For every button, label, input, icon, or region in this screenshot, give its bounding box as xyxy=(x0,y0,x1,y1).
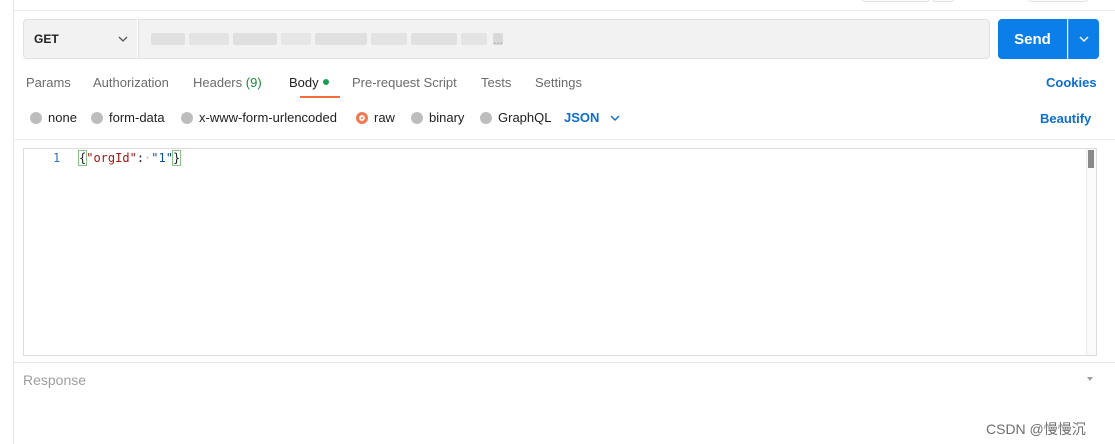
tab-params[interactable]: Params xyxy=(26,75,71,90)
toolbar-button-partial[interactable] xyxy=(1028,0,1088,2)
radio-label: GraphQL xyxy=(498,110,552,125)
headers-count: (9) xyxy=(245,75,262,90)
line-number: 1 xyxy=(53,151,61,165)
beautify-link[interactable]: Beautify xyxy=(1040,111,1091,126)
scrollbar-thumb[interactable] xyxy=(1088,150,1094,168)
chevron-down-icon xyxy=(118,36,128,42)
cookies-link[interactable]: Cookies xyxy=(1046,75,1097,90)
method-select[interactable]: GET xyxy=(23,19,137,59)
radio-circle xyxy=(480,111,492,124)
radio-graphql[interactable]: GraphQL xyxy=(480,110,551,125)
close-brace: } xyxy=(171,150,182,166)
caret-down-icon[interactable] xyxy=(1085,374,1095,384)
radio-label: x-www-form-urlencoded xyxy=(199,110,337,125)
radio-label: raw xyxy=(374,110,395,125)
chevron-down-icon xyxy=(610,115,620,121)
send-options-button[interactable] xyxy=(1068,19,1099,59)
raw-format-label: JSON xyxy=(564,110,600,125)
tab-settings[interactable]: Settings xyxy=(535,75,582,90)
radio-circle xyxy=(30,111,42,124)
tab-pre-request-script[interactable]: Pre-request Script xyxy=(352,75,457,90)
body-indicator-dot xyxy=(322,79,329,85)
json-colon: : xyxy=(136,151,145,165)
response-header[interactable]: Response xyxy=(23,372,86,388)
method-label: GET xyxy=(34,32,59,46)
request-panel: GET ... Send Params Authorization Header… xyxy=(13,0,1115,444)
code-line: {"orgId":·"1"} xyxy=(77,150,182,166)
url-ellipsis: ... xyxy=(493,33,504,47)
chevron-down-icon xyxy=(1079,36,1089,42)
json-value: "1" xyxy=(151,151,173,165)
radio-label: binary xyxy=(429,110,465,125)
raw-format-select[interactable]: JSON xyxy=(564,110,621,125)
send-button[interactable]: Send xyxy=(998,19,1067,59)
url-input[interactable]: ... xyxy=(138,19,990,59)
toolbar-button-partial[interactable] xyxy=(862,0,930,2)
radio-circle xyxy=(91,111,103,124)
active-tab-underline xyxy=(300,96,340,98)
url-redacted-text: ... xyxy=(151,33,504,47)
tab-tests[interactable]: Tests xyxy=(481,75,511,90)
radio-none[interactable]: none xyxy=(30,110,77,125)
toolbar-button-partial[interactable] xyxy=(932,0,954,2)
radio-circle xyxy=(411,111,423,124)
radio-binary[interactable]: binary xyxy=(411,110,464,125)
radio-x-www-form-urlencoded[interactable]: x-www-form-urlencoded xyxy=(181,110,337,125)
tab-headers-label: Headers xyxy=(193,75,243,90)
tab-body-label: Body xyxy=(289,75,319,90)
radio-label: form-data xyxy=(109,110,165,125)
body-code-editor[interactable]: 1 {"orgId":·"1"} xyxy=(23,148,1097,356)
watermark: CSDN @慢慢沉 xyxy=(986,421,1086,437)
radio-circle xyxy=(181,111,193,124)
divider xyxy=(14,362,1115,363)
radio-form-data[interactable]: form-data xyxy=(91,110,165,125)
tab-body[interactable]: Body xyxy=(289,75,329,90)
json-key: "orgId" xyxy=(86,151,137,165)
radio-raw[interactable]: raw xyxy=(356,110,395,125)
tab-headers[interactable]: Headers (9) xyxy=(193,75,262,90)
top-toolbar-strip xyxy=(14,0,1115,11)
editor-scrollbar[interactable] xyxy=(1086,149,1096,355)
radio-circle-checked xyxy=(356,111,368,124)
radio-label: none xyxy=(48,110,77,125)
tab-authorization[interactable]: Authorization xyxy=(93,75,169,90)
divider xyxy=(14,139,1115,140)
